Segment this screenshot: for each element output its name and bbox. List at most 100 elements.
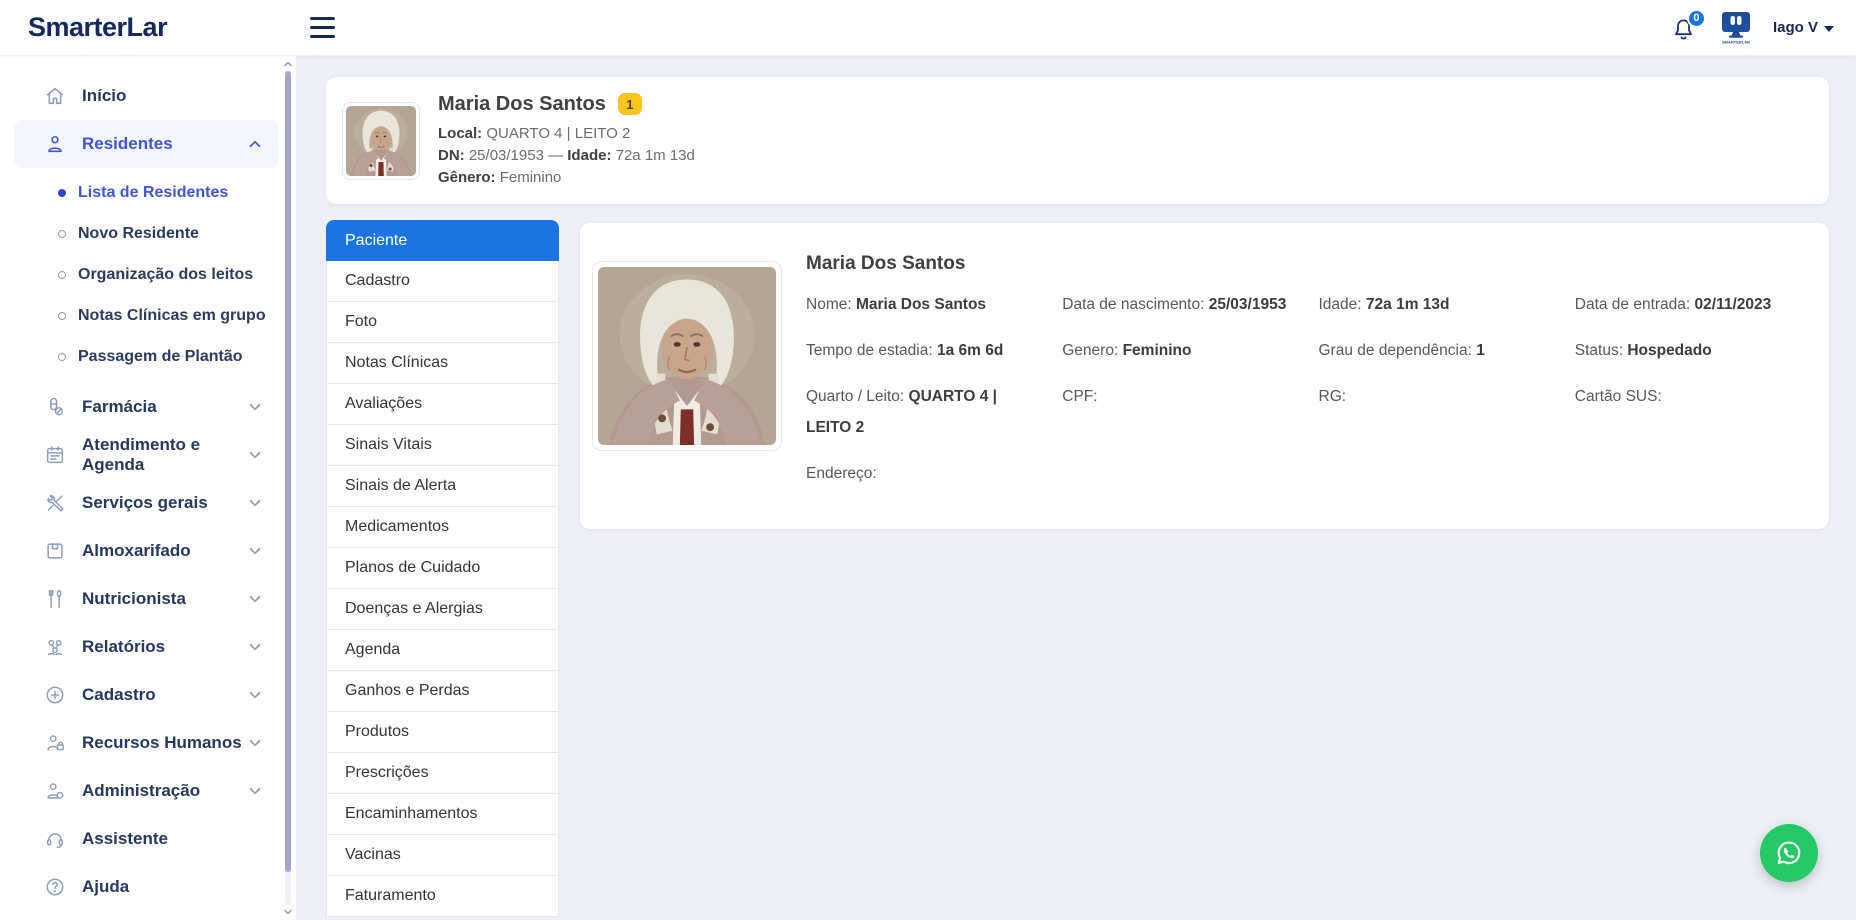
sidebar-item-atendimento-e-agenda[interactable]: Atendimento e Agenda: [14, 431, 278, 479]
tab-sinais-vitais[interactable]: Sinais Vitais: [326, 425, 559, 466]
menu-toggle-button[interactable]: [310, 17, 335, 38]
patient-gender-line: Gênero: Feminino: [438, 167, 695, 189]
patient-local-line: Local: QUARTO 4 | LEITO 2: [438, 123, 695, 145]
user-avatar[interactable]: SMARTERLAR: [1719, 10, 1753, 46]
sidebar-item-nutricionista[interactable]: Nutricionista: [14, 575, 278, 623]
chevron-down-icon: [246, 398, 264, 416]
sidebar-subitem-label: Passagem de Plantão: [78, 348, 243, 366]
chevron-down-icon: [246, 446, 264, 464]
sidebar-item-administracao[interactable]: Administração: [14, 767, 278, 815]
headset-icon: [44, 828, 66, 850]
tab-vacinas[interactable]: Vacinas: [326, 835, 559, 876]
tab-planos-de-cuidado[interactable]: Planos de Cuidado: [326, 548, 559, 589]
sidebar-nav: Início Residentes Lista de Residentes Novo …: [0, 72, 296, 911]
detail-title: Maria Dos Santos: [806, 253, 1813, 275]
sidebar-item-almoxarifado[interactable]: Almoxarifado: [14, 527, 278, 575]
sidebar-item-label: Ajuda: [82, 877, 129, 897]
package-icon: [44, 540, 66, 562]
cutlery-icon: [44, 588, 66, 610]
bullet-icon: [58, 230, 66, 238]
sidebar-item-label: Início: [82, 86, 126, 106]
field-value: Hospedado: [1627, 342, 1711, 359]
chevron-down-icon: [246, 686, 264, 704]
sidebar-subitem-label: Lista de Residentes: [78, 184, 228, 202]
sidebar-subitem-lista-de-residentes[interactable]: Lista de Residentes: [0, 172, 278, 213]
sidebar-subitem-organizacao-dos-leitos[interactable]: Organização dos leitos: [0, 254, 278, 295]
pill-icon: [44, 396, 66, 418]
whatsapp-button[interactable]: [1760, 824, 1818, 882]
sidebar: Início Residentes Lista de Residentes Novo …: [0, 56, 296, 920]
scroll-up-arrow[interactable]: [282, 57, 294, 71]
tab-ganhos-e-perdas[interactable]: Ganhos e Perdas: [326, 671, 559, 712]
field-label: CPF:: [1062, 388, 1097, 405]
caret-down-icon: [1824, 26, 1834, 32]
field-endereco: Endereço:: [806, 458, 1034, 489]
field-grau-de-dependencia: Grau de dependência: 1: [1319, 335, 1547, 366]
field-label: Endereço:: [806, 465, 877, 482]
chevron-down-icon: [246, 638, 264, 656]
tab-sinais-de-alerta[interactable]: Sinais de Alerta: [326, 466, 559, 507]
sidebar-item-label: Residentes: [82, 134, 173, 154]
sidebar-item-label: Farmácia: [82, 397, 157, 417]
sidebar-item-label: Administração: [82, 781, 200, 801]
chevron-down-icon: [246, 494, 264, 512]
sidebar-item-recursos-humanos[interactable]: Recursos Humanos: [14, 719, 278, 767]
dependency-badge: 1: [618, 93, 642, 115]
sidebar-item-inicio[interactable]: Início: [14, 72, 278, 120]
chevron-down-icon: [246, 734, 264, 752]
notification-count-badge: 0: [1687, 9, 1706, 28]
tab-medicamentos[interactable]: Medicamentos: [326, 507, 559, 548]
sidebar-submenu: Lista de Residentes Novo Residente Organiz…: [0, 168, 278, 383]
sidebar-item-label: Cadastro: [82, 685, 156, 705]
tab-avaliacoes[interactable]: Avaliações: [326, 384, 559, 425]
sidebar-item-residentes[interactable]: Residentes: [14, 120, 278, 168]
tab-agenda[interactable]: Agenda: [326, 630, 559, 671]
scrollbar-thumb[interactable]: [285, 71, 291, 872]
field-value: 25/03/1953: [1209, 296, 1287, 313]
menu-icon: [310, 17, 335, 20]
notifications-button[interactable]: 0: [1671, 13, 1699, 43]
field-label: Cartão SUS:: [1575, 388, 1662, 405]
tab-paciente[interactable]: Paciente: [326, 220, 559, 261]
sidebar-item-farmacia[interactable]: Farmácia: [14, 383, 278, 431]
bullet-icon: [58, 189, 66, 197]
sidebar-subitem-novo-residente[interactable]: Novo Residente: [0, 213, 278, 254]
field-value: 1: [1476, 342, 1485, 359]
user-menu[interactable]: Iago V: [1773, 19, 1834, 36]
tab-prescricoes[interactable]: Prescrições: [326, 753, 559, 794]
field-label: Status:: [1575, 342, 1623, 359]
sidebar-item-assistente[interactable]: Assistente: [14, 815, 278, 863]
tab-foto[interactable]: Foto: [326, 302, 559, 343]
field-cartao-sus: Cartão SUS:: [1575, 381, 1803, 443]
detail-fields-grid: Nome: Maria Dos SantosData de nascimento…: [806, 289, 1813, 489]
sidebar-item-relatorios[interactable]: Relatórios: [14, 623, 278, 671]
sidebar-subitem-label: Organização dos leitos: [78, 266, 253, 284]
people-icon: [44, 780, 66, 802]
sidebar-item-ajuda[interactable]: Ajuda: [14, 863, 278, 911]
tab-cadastro[interactable]: Cadastro: [326, 261, 559, 302]
sidebar-subitem-passagem-de-plantao[interactable]: Passagem de Plantão: [0, 336, 278, 377]
tab-doencas-e-alergias[interactable]: Doenças e Alergias: [326, 589, 559, 630]
sidebar-item-cadastro[interactable]: Cadastro: [14, 671, 278, 719]
field-tempo-de-estadia: Tempo de estadia: 1a 6m 6d: [806, 335, 1034, 366]
sidebar-item-label: Serviços gerais: [82, 493, 208, 513]
field-value: 1a 6m 6d: [937, 342, 1003, 359]
help-icon: [44, 876, 66, 898]
scrollbar-track[interactable]: [285, 71, 291, 905]
field-label: Idade:: [1319, 296, 1362, 313]
smarterlar-avatar-logo: SMARTERLAR: [1719, 33, 1753, 50]
field-data-de-entrada: Data de entrada: 02/11/2023: [1575, 289, 1803, 320]
tab-produtos[interactable]: Produtos: [326, 712, 559, 753]
app-logo[interactable]: SmarterLar: [28, 12, 296, 43]
tab-faturamento[interactable]: Faturamento: [326, 876, 559, 917]
sidebar-subitem-notas-clinicas-em-grupo[interactable]: Notas Clínicas em grupo: [0, 295, 278, 336]
field-label: Quarto / Leito:: [806, 388, 904, 405]
tab-encaminhamentos[interactable]: Encaminhamentos: [326, 794, 559, 835]
sidebar-subitem-label: Novo Residente: [78, 225, 199, 243]
tab-notas-clinicas[interactable]: Notas Clínicas: [326, 343, 559, 384]
chevron-down-icon: [246, 782, 264, 800]
sidebar-item-label: Recursos Humanos: [82, 733, 242, 753]
sidebar-item-servicos-gerais[interactable]: Serviços gerais: [14, 479, 278, 527]
patient-photo-small: [342, 102, 420, 180]
scroll-down-arrow[interactable]: [282, 905, 294, 919]
